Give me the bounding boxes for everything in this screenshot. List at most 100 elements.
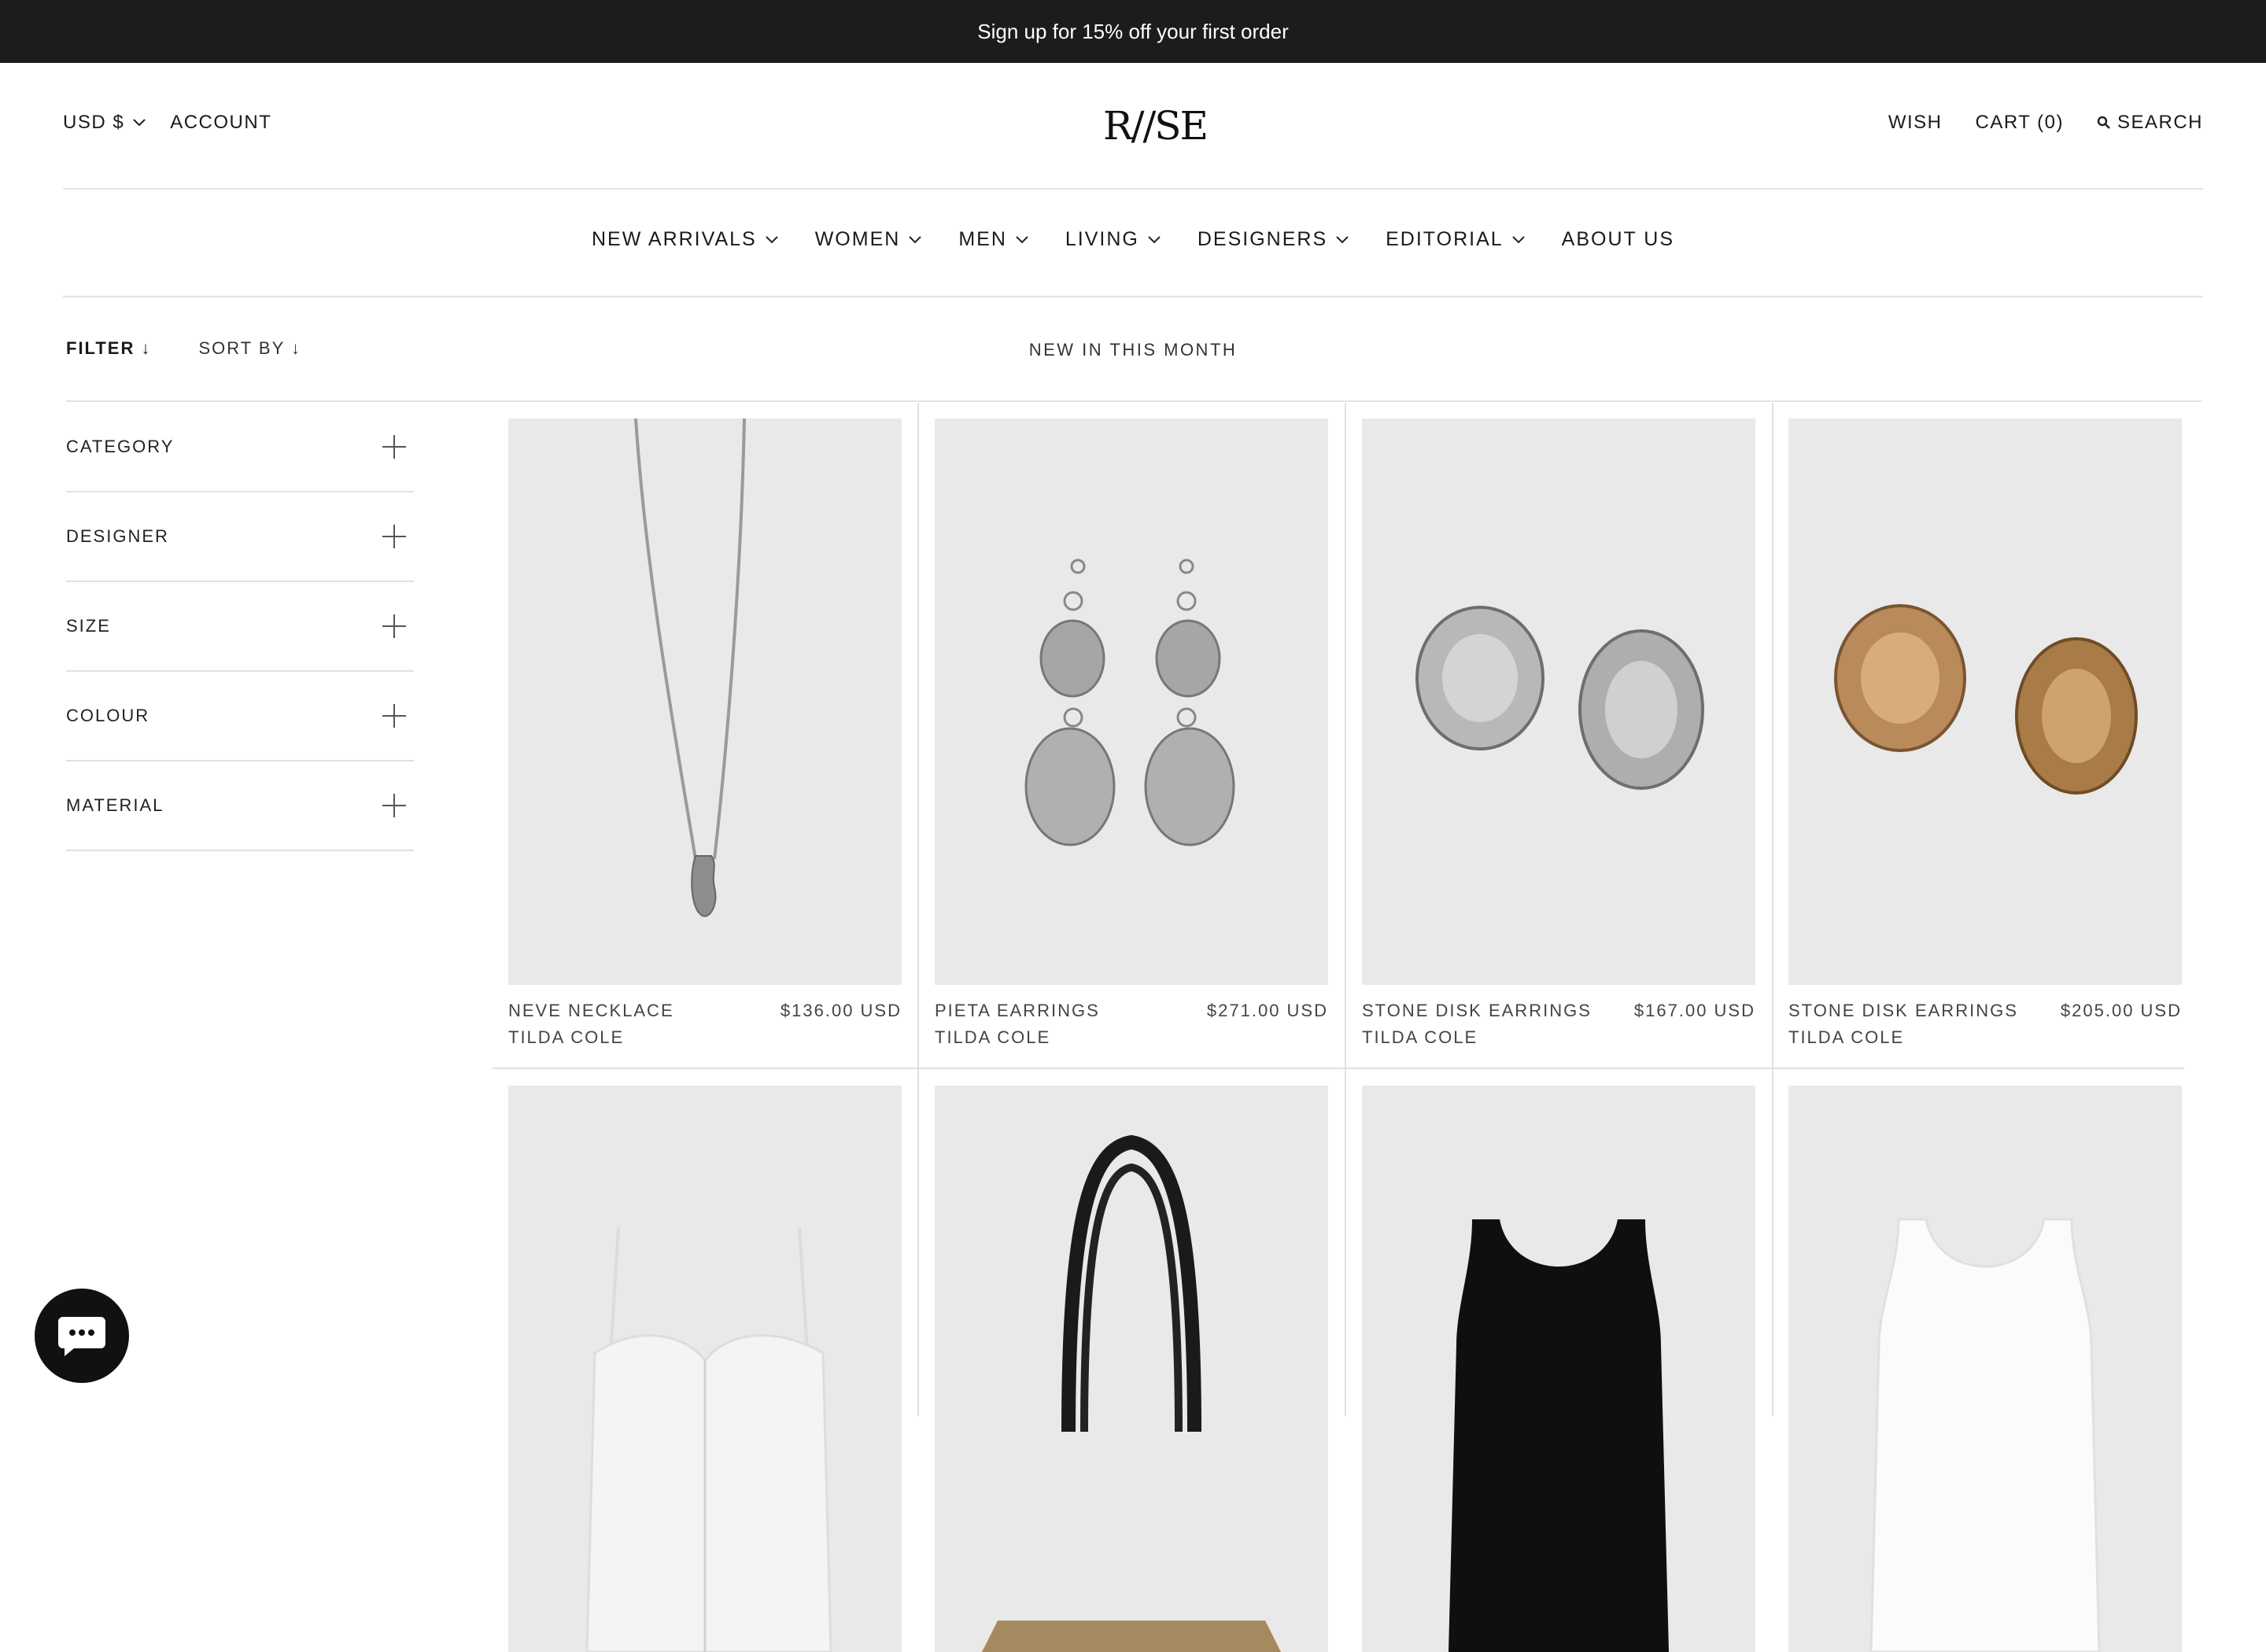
- product-name[interactable]: NEVE NECKLACE: [508, 1001, 674, 1021]
- nav-label: DESIGNERS: [1197, 228, 1328, 250]
- plus-icon: [382, 525, 406, 548]
- product-price: $271.00 USD: [1206, 1001, 1328, 1020]
- wishlist-link[interactable]: WISH: [1888, 112, 1943, 134]
- necklace-image: [634, 419, 746, 917]
- earrings-image: [1024, 559, 1235, 846]
- plus-icon: [382, 794, 406, 817]
- product-card[interactable]: [1788, 1086, 2182, 1652]
- product-card[interactable]: [508, 1086, 902, 1652]
- grid-divider: [1772, 403, 1773, 1416]
- plus-icon: [382, 435, 406, 459]
- facet-label: MATERIAL: [66, 795, 164, 815]
- grid-divider: [917, 403, 919, 1416]
- nav-item-designers[interactable]: DESIGNERS: [1198, 228, 1349, 251]
- facet-designer[interactable]: DESIGNER: [66, 492, 414, 582]
- sort-button[interactable]: SORT BY ↓: [198, 338, 301, 359]
- nav-divider: [63, 296, 2203, 297]
- announcement-text[interactable]: Sign up for 15% off your first order: [977, 20, 1289, 44]
- product-name[interactable]: STONE DISK EARRINGS: [1788, 1001, 2018, 1021]
- account-link[interactable]: ACCOUNT: [170, 112, 271, 134]
- product-price: $136.00 USD: [780, 1001, 902, 1020]
- product-image[interactable]: [508, 1086, 902, 1652]
- product-designer: TILDA COLE: [1362, 1027, 1478, 1047]
- chevron-down-icon: [1148, 235, 1161, 243]
- filter-sidebar: CATEGORY DESIGNER SIZE COLOUR MATERIAL: [66, 403, 414, 851]
- nav-item-editorial[interactable]: EDITORIAL: [1386, 228, 1526, 251]
- nav-item-about-us[interactable]: ABOUT US: [1562, 228, 1674, 251]
- nav-item-women[interactable]: WOMEN: [815, 228, 923, 251]
- product-name[interactable]: STONE DISK EARRINGS: [1362, 1001, 1592, 1021]
- search-icon: [2097, 116, 2110, 129]
- facet-label: SIZE: [66, 616, 111, 636]
- collection-toolbar: FILTER ↓ SORT BY ↓: [66, 338, 301, 359]
- nav-item-living[interactable]: LIVING: [1065, 228, 1161, 251]
- product-card[interactable]: [1362, 1086, 1755, 1652]
- main-nav: NEW ARRIVALS WOMEN MEN LIVING DESIGNERS …: [0, 228, 2266, 251]
- product-image[interactable]: [935, 419, 1328, 985]
- nav-label: LIVING: [1065, 228, 1139, 250]
- product-card[interactable]: STONE DISK EARRINGS $167.00 USD TILDA CO…: [1362, 419, 1755, 1048]
- nav-label: ABOUT US: [1561, 228, 1674, 250]
- header-divider: [63, 188, 2203, 190]
- product-price: $167.00 USD: [1633, 1001, 1755, 1020]
- plus-icon: [382, 704, 406, 728]
- cami-top-image: [585, 1226, 832, 1652]
- search-link[interactable]: SEARCH: [2097, 112, 2203, 134]
- plus-icon: [382, 614, 406, 638]
- earrings-image: [1834, 604, 2138, 795]
- nav-label: WOMEN: [814, 228, 901, 250]
- header-left: USD $ ACCOUNT: [63, 112, 271, 134]
- chevron-down-icon: [1511, 235, 1525, 243]
- tote-bag-image: [982, 1134, 1281, 1652]
- product-card[interactable]: STONE DISK EARRINGS $205.00 USD TILDA CO…: [1788, 419, 2182, 1048]
- currency-selector[interactable]: USD $: [63, 112, 146, 134]
- chevron-down-icon: [1336, 235, 1349, 243]
- tank-top-image: [1869, 1218, 2101, 1652]
- facet-label: COLOUR: [66, 706, 150, 725]
- site-logo[interactable]: R//SE: [1090, 104, 1220, 148]
- product-image[interactable]: [1362, 419, 1755, 985]
- currency-label: USD $: [63, 112, 125, 133]
- chevron-down-icon: [909, 235, 922, 243]
- nav-label: NEW ARRIVALS: [592, 228, 757, 250]
- product-name[interactable]: PIETA EARRINGS: [935, 1001, 1100, 1021]
- product-image[interactable]: [1788, 419, 2182, 985]
- announcement-bar[interactable]: Sign up for 15% off your first order: [0, 0, 2266, 63]
- grid-row-divider: [493, 1068, 2184, 1069]
- facet-label: DESIGNER: [66, 526, 169, 546]
- search-label: SEARCH: [2117, 112, 2203, 133]
- nav-item-men[interactable]: MEN: [958, 228, 1029, 251]
- earrings-image: [1415, 606, 1704, 790]
- chevron-down-icon: [1016, 235, 1028, 243]
- toolbar-divider: [66, 400, 2201, 402]
- product-designer: TILDA COLE: [1788, 1027, 1905, 1047]
- nav-item-new-arrivals[interactable]: NEW ARRIVALS: [592, 228, 779, 251]
- product-designer: TILDA COLE: [935, 1027, 1051, 1047]
- product-image[interactable]: [508, 419, 902, 985]
- cart-link[interactable]: CART (0): [1976, 112, 2064, 134]
- grid-divider: [1345, 403, 1346, 1416]
- facet-material[interactable]: MATERIAL: [66, 761, 414, 851]
- product-image[interactable]: [1362, 1086, 1755, 1652]
- chevron-down-icon: [133, 119, 146, 127]
- filter-button[interactable]: FILTER ↓: [66, 338, 151, 359]
- chat-button[interactable]: [35, 1289, 129, 1383]
- facet-label: CATEGORY: [66, 437, 175, 456]
- header-right: WISH CART (0) SEARCH: [1888, 112, 2203, 134]
- chevron-down-icon: [765, 235, 778, 243]
- product-card[interactable]: NEVE NECKLACE $136.00 USD TILDA COLE: [508, 419, 902, 1048]
- facet-colour[interactable]: COLOUR: [66, 672, 414, 761]
- product-price: $205.00 USD: [2060, 1001, 2182, 1020]
- chat-icon: [58, 1317, 105, 1356]
- nav-label: MEN: [958, 228, 1007, 250]
- facet-category[interactable]: CATEGORY: [66, 403, 414, 492]
- product-image[interactable]: [1788, 1086, 2182, 1652]
- product-card[interactable]: PIETA EARRINGS $271.00 USD TILDA COLE: [935, 419, 1328, 1048]
- product-image[interactable]: [935, 1086, 1328, 1652]
- product-card[interactable]: [935, 1086, 1328, 1652]
- tank-top-image: [1449, 1219, 1669, 1652]
- facet-size[interactable]: SIZE: [66, 582, 414, 672]
- product-designer: TILDA COLE: [508, 1027, 625, 1047]
- nav-label: EDITORIAL: [1386, 228, 1504, 250]
- page-title: NEW IN THIS MONTH: [1028, 340, 1238, 360]
